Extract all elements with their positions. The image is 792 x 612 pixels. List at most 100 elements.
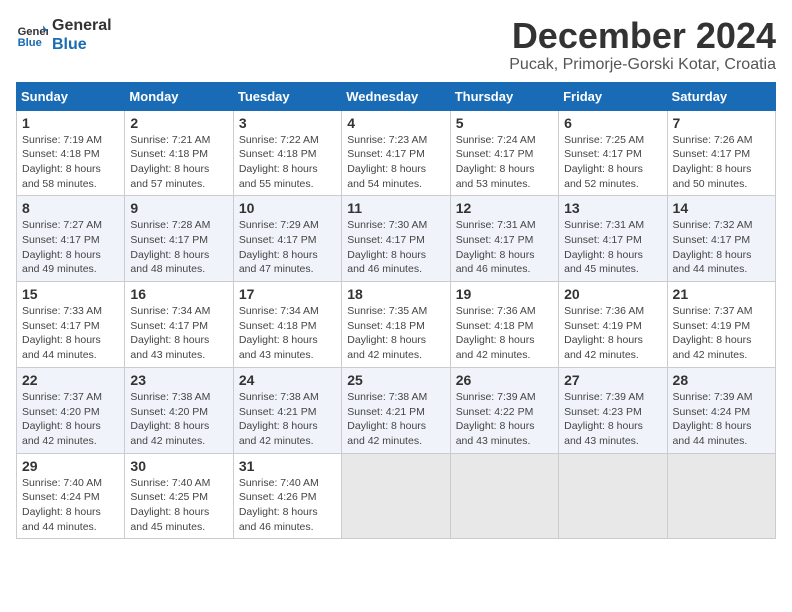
calendar-cell: 24 Sunrise: 7:38 AMSunset: 4:21 PMDayligh…: [233, 367, 341, 453]
calendar-cell: 1Sunrise: 7:19 AMSunset: 4:18 PMDaylight…: [17, 110, 125, 196]
day-info: Sunrise: 7:39 AMSunset: 4:24 PMDaylight:…: [673, 390, 770, 449]
calendar-cell: 7 Sunrise: 7:26 AMSunset: 4:17 PMDaylight…: [667, 110, 775, 196]
calendar-cell: 27Sunrise: 7:39 AMSunset: 4:23 PMDayligh…: [559, 367, 667, 453]
weekday-header-wednesday: Wednesday: [342, 82, 450, 110]
calendar-cell: 23 Sunrise: 7:38 AMSunset: 4:20 PMDayligh…: [125, 367, 233, 453]
day-info: Sunrise: 7:38 AMSunset: 4:21 PMDaylight:…: [239, 390, 336, 449]
calendar-cell: 10 Sunrise: 7:29 AMSunset: 4:17 PMDayligh…: [233, 196, 341, 282]
calendar-cell: 28 Sunrise: 7:39 AMSunset: 4:24 PMDayligh…: [667, 367, 775, 453]
day-number: 5: [456, 115, 553, 131]
day-info: Sunrise: 7:38 AMSunset: 4:20 PMDaylight:…: [130, 390, 227, 449]
day-info: Sunrise: 7:34 AMSunset: 4:18 PMDaylight:…: [239, 304, 336, 363]
day-info: Sunrise: 7:34 AMSunset: 4:17 PMDaylight:…: [130, 304, 227, 363]
calendar-week-row: 8 Sunrise: 7:27 AMSunset: 4:17 PMDaylight…: [17, 196, 776, 282]
day-info: Sunrise: 7:35 AMSunset: 4:18 PMDaylight:…: [347, 304, 444, 363]
calendar-cell: 11 Sunrise: 7:30 AMSunset: 4:17 PMDayligh…: [342, 196, 450, 282]
weekday-header-tuesday: Tuesday: [233, 82, 341, 110]
day-number: 20: [564, 286, 661, 302]
day-info: Sunrise: 7:37 AMSunset: 4:19 PMDaylight:…: [673, 304, 770, 363]
calendar-cell: [559, 453, 667, 539]
location-label: Pucak, Primorje-Gorski Kotar, Croatia: [509, 56, 776, 74]
calendar-cell: [450, 453, 558, 539]
day-info: Sunrise: 7:36 AMSunset: 4:19 PMDaylight:…: [564, 304, 661, 363]
day-number: 31: [239, 458, 336, 474]
day-info: Sunrise: 7:32 AMSunset: 4:17 PMDaylight:…: [673, 218, 770, 277]
logo-icon: General Blue: [16, 19, 48, 51]
calendar-cell: 30 Sunrise: 7:40 AMSunset: 4:25 PMDayligh…: [125, 453, 233, 539]
day-number: 18: [347, 286, 444, 302]
day-info: Sunrise: 7:40 AMSunset: 4:24 PMDaylight:…: [22, 476, 119, 535]
day-number: 13: [564, 200, 661, 216]
calendar-week-row: 29 Sunrise: 7:40 AMSunset: 4:24 PMDayligh…: [17, 453, 776, 539]
day-number: 12: [456, 200, 553, 216]
calendar-cell: 29 Sunrise: 7:40 AMSunset: 4:24 PMDayligh…: [17, 453, 125, 539]
day-number: 28: [673, 372, 770, 388]
logo-general: General: [52, 16, 112, 35]
day-number: 25: [347, 372, 444, 388]
day-info: Sunrise: 7:28 AMSunset: 4:17 PMDaylight:…: [130, 218, 227, 277]
day-info: Sunrise: 7:30 AMSunset: 4:17 PMDaylight:…: [347, 218, 444, 277]
calendar-cell: 12Sunrise: 7:31 AMSunset: 4:17 PMDayligh…: [450, 196, 558, 282]
day-number: 9: [130, 200, 227, 216]
day-number: 22: [22, 372, 119, 388]
page-header: General Blue General Blue December 2024 …: [16, 16, 776, 74]
day-number: 23: [130, 372, 227, 388]
day-number: 7: [673, 115, 770, 131]
calendar-cell: 31 Sunrise: 7:40 AMSunset: 4:26 PMDayligh…: [233, 453, 341, 539]
weekday-header-sunday: Sunday: [17, 82, 125, 110]
day-info: Sunrise: 7:23 AMSunset: 4:17 PMDaylight:…: [347, 133, 444, 192]
calendar-cell: 19 Sunrise: 7:36 AMSunset: 4:18 PMDayligh…: [450, 282, 558, 368]
calendar-cell: 21Sunrise: 7:37 AMSunset: 4:19 PMDayligh…: [667, 282, 775, 368]
day-info: Sunrise: 7:40 AMSunset: 4:25 PMDaylight:…: [130, 476, 227, 535]
day-number: 15: [22, 286, 119, 302]
day-number: 6: [564, 115, 661, 131]
day-number: 2: [130, 115, 227, 131]
day-number: 19: [456, 286, 553, 302]
day-number: 10: [239, 200, 336, 216]
day-number: 1: [22, 115, 119, 131]
calendar-cell: [342, 453, 450, 539]
svg-text:Blue: Blue: [18, 37, 42, 49]
day-info: Sunrise: 7:39 AMSunset: 4:23 PMDaylight:…: [564, 390, 661, 449]
logo-blue: Blue: [52, 35, 112, 54]
title-area: December 2024 Pucak, Primorje-Gorski Kot…: [509, 16, 776, 74]
calendar-table: SundayMondayTuesdayWednesdayThursdayFrid…: [16, 82, 776, 540]
day-number: 11: [347, 200, 444, 216]
calendar-cell: [667, 453, 775, 539]
month-title: December 2024: [509, 16, 776, 56]
day-info: Sunrise: 7:22 AMSunset: 4:18 PMDaylight:…: [239, 133, 336, 192]
day-number: 17: [239, 286, 336, 302]
calendar-header-row: SundayMondayTuesdayWednesdayThursdayFrid…: [17, 82, 776, 110]
day-number: 3: [239, 115, 336, 131]
day-info: Sunrise: 7:21 AMSunset: 4:18 PMDaylight:…: [130, 133, 227, 192]
day-number: 26: [456, 372, 553, 388]
calendar-cell: 8 Sunrise: 7:27 AMSunset: 4:17 PMDaylight…: [17, 196, 125, 282]
day-number: 4: [347, 115, 444, 131]
calendar-cell: 17 Sunrise: 7:34 AMSunset: 4:18 PMDayligh…: [233, 282, 341, 368]
calendar-cell: 18 Sunrise: 7:35 AMSunset: 4:18 PMDayligh…: [342, 282, 450, 368]
calendar-cell: 22 Sunrise: 7:37 AMSunset: 4:20 PMDayligh…: [17, 367, 125, 453]
day-info: Sunrise: 7:38 AMSunset: 4:21 PMDaylight:…: [347, 390, 444, 449]
day-info: Sunrise: 7:39 AMSunset: 4:22 PMDaylight:…: [456, 390, 553, 449]
day-number: 8: [22, 200, 119, 216]
day-info: Sunrise: 7:31 AMSunset: 4:17 PMDaylight:…: [564, 218, 661, 277]
day-info: Sunrise: 7:29 AMSunset: 4:17 PMDaylight:…: [239, 218, 336, 277]
calendar-cell: 15Sunrise: 7:33 AMSunset: 4:17 PMDayligh…: [17, 282, 125, 368]
weekday-header-friday: Friday: [559, 82, 667, 110]
day-info: Sunrise: 7:37 AMSunset: 4:20 PMDaylight:…: [22, 390, 119, 449]
calendar-week-row: 22 Sunrise: 7:37 AMSunset: 4:20 PMDayligh…: [17, 367, 776, 453]
day-info: Sunrise: 7:40 AMSunset: 4:26 PMDaylight:…: [239, 476, 336, 535]
calendar-cell: 14Sunrise: 7:32 AMSunset: 4:17 PMDayligh…: [667, 196, 775, 282]
logo: General Blue General Blue: [16, 16, 112, 54]
day-number: 30: [130, 458, 227, 474]
day-number: 24: [239, 372, 336, 388]
day-info: Sunrise: 7:24 AMSunset: 4:17 PMDaylight:…: [456, 133, 553, 192]
day-number: 29: [22, 458, 119, 474]
day-info: Sunrise: 7:27 AMSunset: 4:17 PMDaylight:…: [22, 218, 119, 277]
day-info: Sunrise: 7:26 AMSunset: 4:17 PMDaylight:…: [673, 133, 770, 192]
calendar-cell: 25 Sunrise: 7:38 AMSunset: 4:21 PMDayligh…: [342, 367, 450, 453]
calendar-cell: 4 Sunrise: 7:23 AMSunset: 4:17 PMDaylight…: [342, 110, 450, 196]
calendar-cell: 9 Sunrise: 7:28 AMSunset: 4:17 PMDaylight…: [125, 196, 233, 282]
day-info: Sunrise: 7:36 AMSunset: 4:18 PMDaylight:…: [456, 304, 553, 363]
weekday-header-monday: Monday: [125, 82, 233, 110]
